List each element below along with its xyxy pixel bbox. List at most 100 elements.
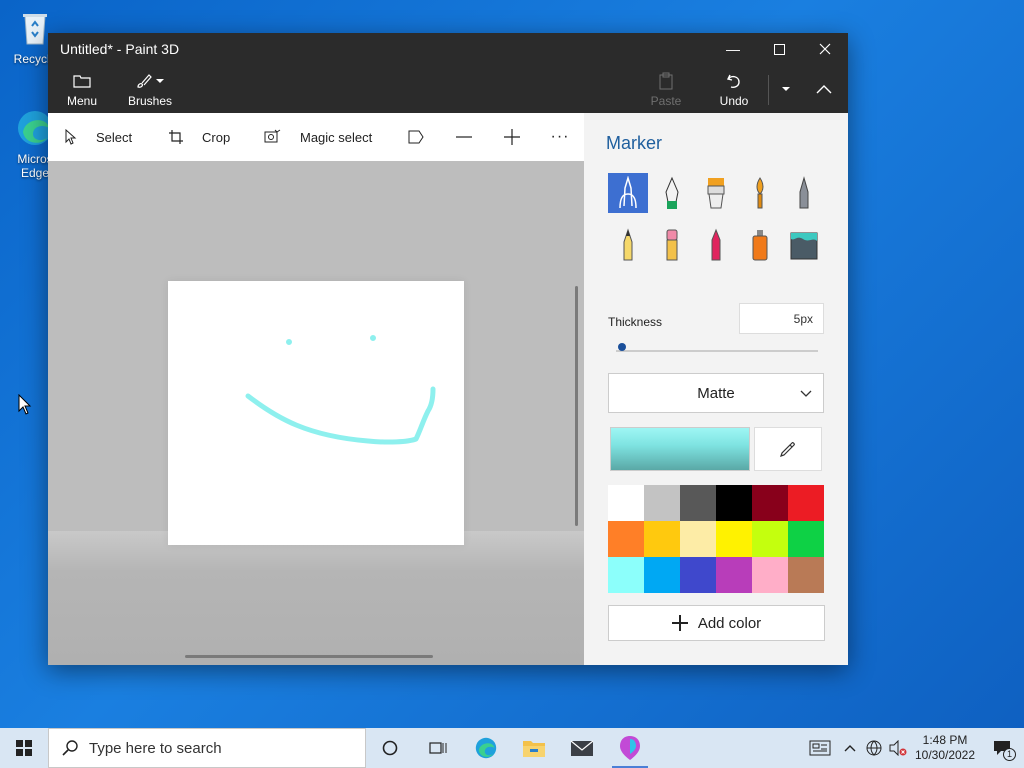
color-swatch[interactable] (716, 521, 752, 557)
brushes-button[interactable]: Brushes (124, 65, 176, 113)
paste-label: Paste (650, 93, 682, 108)
magic-select-tool-button[interactable]: Magic select (264, 113, 372, 161)
ribbon-divider (768, 75, 769, 105)
fill-button[interactable] (784, 225, 824, 265)
notification-count-badge: 1 (1003, 748, 1016, 761)
color-swatch[interactable] (716, 485, 752, 521)
edge-taskbar-button[interactable] (462, 728, 510, 768)
add-color-label: Add color (697, 614, 762, 632)
paint3d-icon (620, 736, 640, 760)
flag-view-button[interactable] (404, 113, 428, 161)
color-swatch[interactable] (752, 485, 788, 521)
input-indicator-button[interactable] (802, 728, 838, 768)
color-swatch[interactable] (716, 557, 752, 593)
title-bar[interactable]: Untitled* - Paint 3D — (48, 33, 848, 65)
color-swatch[interactable] (644, 557, 680, 593)
caret-down-icon (782, 87, 790, 91)
show-hidden-icons-button[interactable] (838, 728, 862, 768)
ribbon: Menu Brushes Paste Undo (48, 65, 848, 113)
spray-can-button[interactable] (740, 225, 780, 265)
taskbar-search-box[interactable]: Type here to search (48, 728, 366, 768)
select-tool-button[interactable]: Select (64, 113, 132, 161)
taskbar-clock[interactable]: 1:48 PM 10/30/2022 (910, 733, 980, 763)
paste-button[interactable]: Paste (644, 65, 688, 113)
color-swatch[interactable] (680, 521, 716, 557)
color-swatch[interactable] (680, 557, 716, 593)
marker-brush-button[interactable] (608, 173, 648, 213)
color-swatch[interactable] (788, 521, 824, 557)
watercolor-brush-button[interactable] (740, 173, 780, 213)
calligraphy-pen-button[interactable] (652, 173, 692, 213)
color-swatch[interactable] (788, 557, 824, 593)
keyboard-icon (809, 740, 831, 756)
network-button[interactable] (862, 728, 886, 768)
fill-bucket-icon (790, 232, 818, 260)
file-explorer-button[interactable] (510, 728, 558, 768)
close-button[interactable] (802, 33, 848, 65)
crop-icon (169, 130, 183, 144)
more-options-button[interactable]: ··· (548, 113, 572, 161)
search-placeholder: Type here to search (89, 739, 222, 757)
task-view-button[interactable] (414, 728, 462, 768)
cortana-icon (382, 740, 398, 756)
color-swatch[interactable] (752, 521, 788, 557)
color-swatch[interactable] (752, 557, 788, 593)
pixel-pen-button[interactable] (784, 173, 824, 213)
undo-button[interactable]: Undo (712, 65, 756, 113)
mail-button[interactable] (558, 728, 606, 768)
flag-icon (408, 130, 424, 144)
brush-properties-panel: Marker Thickness 5px Matte Add color (584, 113, 848, 665)
minus-icon (456, 136, 472, 138)
zoom-out-button[interactable] (452, 113, 476, 161)
color-swatch[interactable] (644, 521, 680, 557)
thickness-slider-thumb[interactable] (618, 343, 627, 351)
crop-tool-button[interactable]: Crop (168, 113, 230, 161)
watercolor-icon (756, 177, 764, 209)
eraser-button[interactable] (652, 225, 692, 265)
minimize-button[interactable]: — (710, 33, 756, 65)
cortana-button[interactable] (366, 728, 414, 768)
eraser-icon (666, 229, 678, 261)
color-swatch[interactable] (608, 485, 644, 521)
paint3d-taskbar-button[interactable] (606, 728, 654, 768)
canvas-workspace[interactable] (48, 161, 584, 665)
history-dropdown-button[interactable] (774, 65, 798, 113)
folder-icon (73, 74, 91, 88)
start-button[interactable] (0, 728, 48, 768)
plus-icon (504, 129, 520, 145)
marker-icon (619, 176, 637, 209)
color-swatch[interactable] (608, 521, 644, 557)
eyedropper-icon (780, 442, 795, 457)
window-title: Untitled* - Paint 3D (60, 41, 180, 57)
current-color-swatch[interactable] (610, 427, 750, 471)
brush-grid (608, 173, 828, 265)
thickness-slider[interactable] (616, 350, 818, 352)
magic-select-icon (264, 129, 281, 143)
chevron-down-icon (800, 390, 812, 397)
notification-center-button[interactable]: 1 (980, 728, 1024, 768)
workspace-floor (48, 531, 584, 665)
color-swatch[interactable] (644, 485, 680, 521)
pencil-button[interactable] (608, 225, 648, 265)
volume-button[interactable] (886, 728, 910, 768)
clipboard-icon (659, 72, 673, 89)
color-swatch[interactable] (680, 485, 716, 521)
maximize-button[interactable] (756, 33, 802, 65)
oil-brush-button[interactable] (696, 173, 736, 213)
crayon-button[interactable] (696, 225, 736, 265)
eyedropper-button[interactable] (754, 427, 822, 471)
chevron-up-icon (816, 85, 832, 94)
color-swatch[interactable] (788, 485, 824, 521)
thickness-input[interactable]: 5px (739, 303, 824, 334)
crayon-icon (711, 228, 721, 261)
drawing-canvas[interactable] (168, 281, 464, 545)
color-swatch[interactable] (608, 557, 644, 593)
zoom-in-button[interactable] (500, 113, 524, 161)
paint3d-window: Untitled* - Paint 3D — Menu Brushes Past… (48, 33, 848, 665)
collapse-ribbon-button[interactable] (808, 65, 840, 113)
add-color-button[interactable]: Add color (608, 605, 825, 641)
menu-button[interactable]: Menu (62, 65, 102, 113)
vertical-scrollbar[interactable] (575, 286, 578, 526)
horizontal-scrollbar[interactable] (185, 655, 433, 658)
finish-dropdown[interactable]: Matte (608, 373, 824, 413)
